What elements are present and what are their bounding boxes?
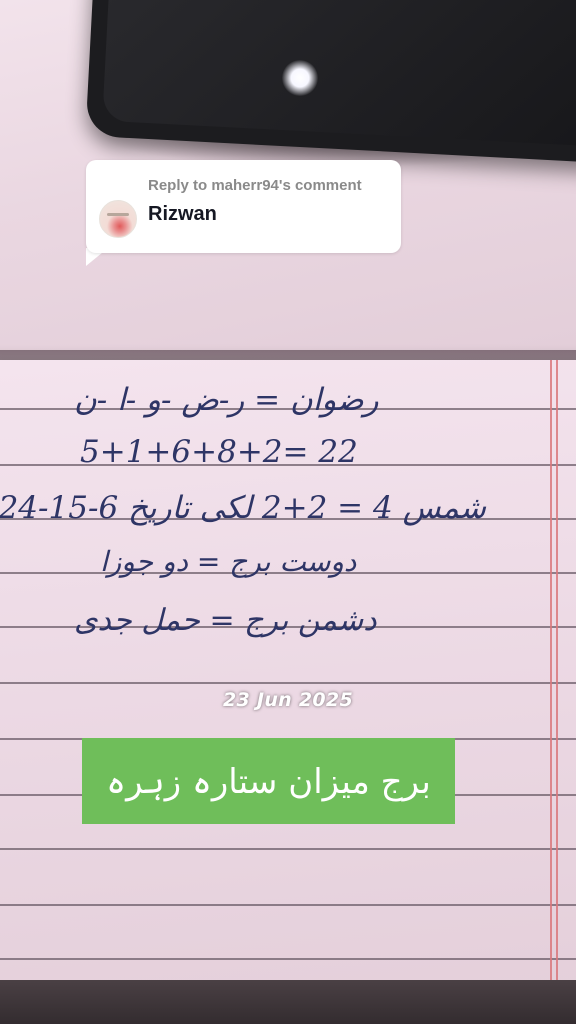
margin-line	[550, 360, 552, 1000]
ruled-line	[0, 682, 576, 684]
margin-line	[556, 360, 558, 1000]
commenter-avatar[interactable]	[99, 200, 137, 238]
handwritten-line-name: رضوان = ر-ض -و -ا -ن	[74, 382, 379, 418]
ruled-line	[0, 904, 576, 906]
caption-box: برج میزان ستارہ زہرہ	[82, 738, 455, 824]
light-reflection	[282, 60, 318, 96]
handwritten-line-sun: شمس 4 = 2+2 لکی تاریخ 6-15-24	[0, 490, 486, 526]
reply-to-comment-sticker[interactable]: Reply to maherr94's comment Rizwan	[86, 160, 401, 253]
phone-device	[85, 0, 576, 165]
ruled-line	[0, 958, 576, 960]
handwritten-line-enemy-sign: دشمن برج = حمل جدی	[74, 603, 377, 638]
ruled-line	[0, 848, 576, 850]
handwritten-line-friend-sign: دوست برج = دو جوزا	[100, 545, 357, 578]
video-frame: رضوان = ر-ض -و -ا -ن 5+1+6+8+2= 22 شمس 4…	[0, 0, 576, 1024]
reply-header: Reply to maherr94's comment	[148, 177, 362, 194]
phone-screen	[102, 0, 576, 148]
floor	[0, 980, 576, 1024]
caption-text: برج میزان ستارہ زہرہ	[106, 761, 431, 802]
date-stamp: 23 Jun 2025	[223, 689, 353, 711]
commenter-name[interactable]: Rizwan	[148, 203, 217, 226]
handwritten-line-sum: 5+1+6+8+2= 22	[80, 434, 358, 470]
